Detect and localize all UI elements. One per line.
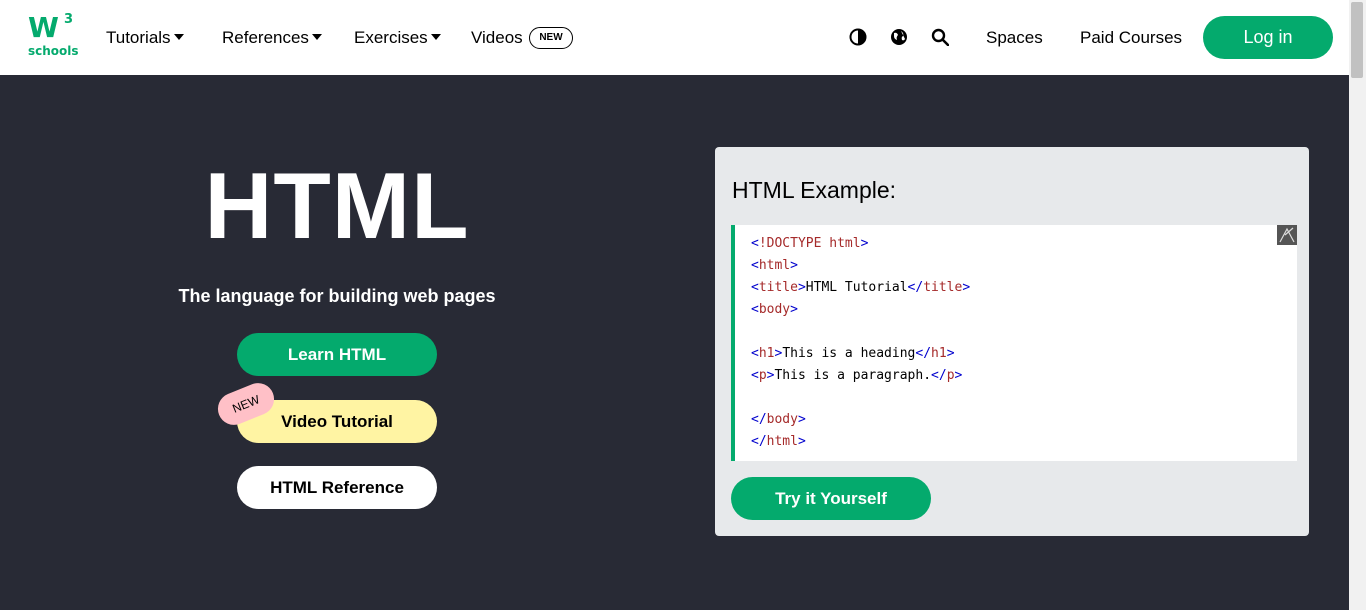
code-token: body [766,412,798,427]
code-token: </ [751,434,767,449]
code-token: body [758,302,791,317]
code-token: HTML Tutorial [805,280,908,295]
page-scrollbar[interactable] [1349,0,1366,610]
nav-references[interactable]: References [222,27,322,49]
code-lines: <!DOCTYPE html>​<html>​<title>HTML Tutor… [751,233,970,453]
code-line: </body>​ [751,409,970,431]
code-token: h1 [758,346,775,361]
nav-paid-courses[interactable]: Paid Courses [1080,27,1182,49]
code-token: > [954,368,963,383]
validation-icon [1277,225,1297,245]
code-token: < [751,302,759,317]
code-token: < [751,236,759,251]
html-example-panel: HTML Example: <!DOCTYPE html>​<html>​<ti… [715,147,1309,536]
code-line: </html>​ [751,431,970,453]
code-line: <h1>This is a heading</h1>​ [751,343,970,365]
code-token: > [797,280,806,295]
code-token: This is a paragraph. [774,368,932,383]
code-token: !DOCTYPE [758,236,822,251]
globe-icon[interactable] [890,28,908,46]
code-token: < [751,258,759,273]
code-token: > [790,258,798,273]
nav-tutorials-label: Tutorials [106,28,171,47]
nav-references-label: References [222,28,309,47]
nav-spaces[interactable]: Spaces [986,27,1043,49]
code-token: </ [915,346,932,361]
nav-videos[interactable]: Videos [471,27,523,49]
code-token: title [923,280,963,295]
contrast-icon[interactable] [849,28,867,46]
logo-text: schools [28,44,79,58]
code-line: <title>HTML Tutorial</title>​ [751,277,970,299]
code-token: > [946,346,955,361]
code-token: p [946,368,955,383]
login-button[interactable]: Log in [1203,16,1333,59]
nav-videos-label: Videos [471,28,523,47]
code-line: ​ [751,321,970,343]
html-reference-button[interactable]: HTML Reference [237,466,437,509]
code-token: This is a heading [782,346,916,361]
code-line: <p>This is a paragraph.</p>​ [751,365,970,387]
code-token: < [751,368,759,383]
hero-subtitle: The language for building web pages [178,286,496,306]
code-example: <!DOCTYPE html>​<html>​<title>HTML Tutor… [731,225,1297,461]
code-token: p [758,368,767,383]
code-token: > [797,412,806,427]
code-token: > [962,280,971,295]
code-token: < [751,346,759,361]
code-token: h1 [931,346,947,361]
hero-title: HTML [204,153,470,258]
code-token: title [758,280,798,295]
code-token: < [751,280,759,295]
example-title: HTML Example: [732,177,897,203]
code-token: html [766,434,798,449]
code-token: html [758,258,791,273]
code-line: <body>​ [751,299,970,321]
search-icon[interactable] [931,28,950,47]
code-token: > [797,434,806,449]
logo-w: W [28,11,59,44]
try-it-yourself-button[interactable]: Try it Yourself [731,477,931,520]
top-navigation: W 3 schools Tutorials References Exercis… [0,0,1349,75]
scrollbar-thumb[interactable] [1351,2,1363,78]
caret-down-icon [430,34,441,40]
code-token: html [821,236,861,251]
w3schools-logo[interactable]: W 3 schools [28,11,80,62]
nav-exercises[interactable]: Exercises [354,27,441,49]
caret-down-icon [173,34,184,40]
code-token: </ [907,280,924,295]
code-line: ​ [751,387,970,409]
caret-down-icon [311,34,322,40]
code-token: > [790,302,798,317]
logo-superscript: 3 [64,12,74,27]
videos-new-badge: NEW [529,27,573,49]
code-token: </ [751,412,767,427]
code-line: <!DOCTYPE html>​ [751,233,970,255]
learn-html-button[interactable]: Learn HTML [237,333,437,376]
code-line: <html>​ [751,255,970,277]
code-token: </ [931,368,947,383]
nav-exercises-label: Exercises [354,28,428,47]
code-token: > [860,236,869,251]
nav-tutorials[interactable]: Tutorials [106,27,184,49]
